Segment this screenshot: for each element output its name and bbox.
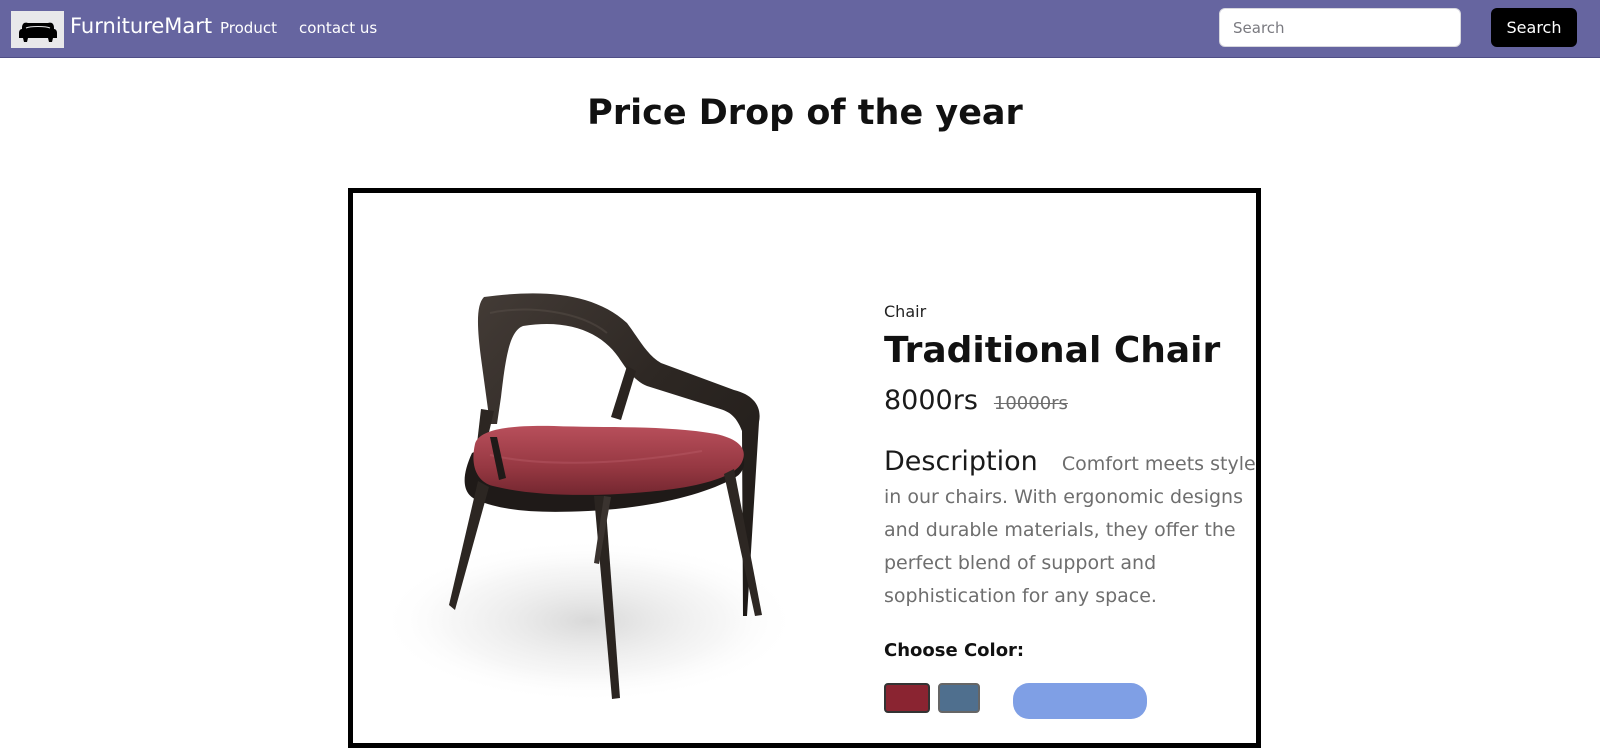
description-heading: Description [884,446,1038,477]
product-action-button[interactable] [1013,683,1147,719]
page-heading: Price Drop of the year [587,93,1023,133]
search-input[interactable] [1219,8,1461,47]
top-navbar: FurnitureMart Product contact us Search [0,0,1600,58]
product-title: Traditional Chair [884,330,1221,371]
color-swatch-red[interactable] [884,683,930,713]
color-swatch-blue[interactable] [938,683,980,713]
product-description: Description Comfort meets style in our c… [884,445,1256,613]
color-swatch-row [884,683,1256,719]
product-card: Chair Traditional Chair 8000rs 10000rs D… [348,188,1261,748]
product-category: Chair [884,302,927,321]
product-info: Chair Traditional Chair 8000rs 10000rs D… [884,301,1256,719]
choose-color-label: Choose Color: [884,640,1025,661]
current-price: 8000rs [884,385,978,416]
nav-link-product[interactable]: Product [220,18,277,38]
search-button[interactable]: Search [1491,8,1577,47]
original-price: 10000rs [993,392,1068,414]
price-row: 8000rs 10000rs [884,381,1256,421]
nav-link-contact-us[interactable]: contact us [299,18,377,38]
chair-product-image [389,293,799,703]
sofa-icon[interactable] [11,11,64,48]
brand-name[interactable]: FurnitureMart [70,13,212,39]
